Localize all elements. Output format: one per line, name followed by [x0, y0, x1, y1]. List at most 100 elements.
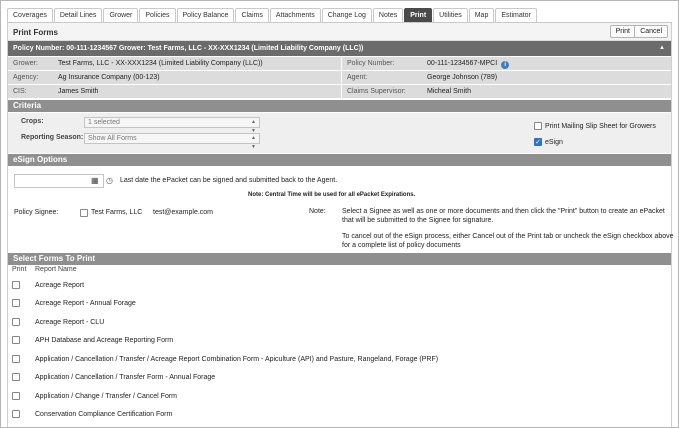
policy-number-value: 00-111-1234567-MPCI	[427, 60, 498, 67]
form-checkbox[interactable]	[12, 392, 20, 400]
criteria-section: Crops: 1 selected ▲ ▼ Reporting Season: S…	[8, 113, 671, 153]
collapse-caret-icon[interactable]: ▲	[659, 41, 665, 56]
form-checkbox[interactable]	[12, 318, 20, 326]
tab-print[interactable]: Print	[404, 8, 433, 22]
print-button[interactable]: Print	[609, 25, 636, 38]
agent-label: Agent:	[347, 74, 368, 81]
tab-claims[interactable]: Claims	[235, 8, 269, 22]
table-row[interactable]: Acreage Report - CLU	[8, 314, 671, 332]
tab-grower[interactable]: Grower	[103, 8, 139, 22]
note-label: Note:	[309, 208, 326, 215]
form-checkbox[interactable]	[12, 355, 20, 363]
form-name: Application / Cancellation / Transfer Fo…	[35, 374, 216, 381]
cis-label: CIS:	[13, 88, 27, 95]
form-checkbox[interactable]	[12, 281, 20, 289]
crops-select[interactable]: 1 selected ▲ ▼	[84, 117, 260, 134]
central-time-note: Note: Central Time will be used for all …	[248, 192, 416, 198]
policy-summary-text: Policy Number: 00-111-1234567 Grower: Te…	[13, 45, 364, 52]
date-help-text: Last date the ePacket can be signed and …	[120, 177, 338, 184]
info-icon[interactable]: i	[501, 61, 510, 69]
note-line-4: for a complete list of policy documents	[342, 242, 461, 249]
note-line-1: Select a Signee as well as one or more d…	[342, 208, 665, 215]
agent-cell: Agent: George Johnson (789)	[342, 71, 671, 84]
criteria-header: Criteria	[8, 100, 671, 112]
col-report-name: Report Name	[35, 266, 77, 273]
expiration-date-input[interactable]: ▦	[14, 174, 104, 188]
tab-notes[interactable]: Notes	[372, 8, 404, 22]
table-row[interactable]: Application / Cancellation / Transfer Fo…	[8, 369, 671, 387]
cis-value: James Smith	[58, 88, 99, 95]
policy-number-cell: Policy Number: 00-111-1234567-MPCI i	[342, 57, 671, 70]
print-panel: Print Forms Print Cancel Policy Number: …	[7, 23, 674, 427]
policy-number-label: Policy Number:	[347, 60, 395, 67]
grower-value: Test Farms, LLC - XX-XXX1234 (Limited Li…	[58, 60, 263, 67]
esign-label: eSign	[545, 139, 563, 146]
select-forms-header: Select Forms To Print	[8, 253, 671, 265]
reporting-season-value: Show All Forms	[88, 135, 137, 142]
tab-attachments[interactable]: Attachments	[269, 8, 321, 22]
tab-change-log[interactable]: Change Log	[321, 8, 372, 22]
signee-checkbox[interactable]	[80, 209, 88, 217]
forms-table-header: Print Report Name	[8, 266, 671, 275]
policy-signee-label: Policy Signee:	[14, 209, 59, 216]
table-row[interactable]: APH Database and Acreage Reporting Form	[8, 332, 671, 350]
crops-label: Crops:	[21, 118, 44, 125]
claims-supervisor-label: Claims Supervisor:	[347, 88, 406, 95]
select-arrows-icon: ▲ ▼	[251, 135, 256, 150]
table-row[interactable]: Conservation Compliance Certification Fo…	[8, 406, 671, 424]
agency-label: Agency:	[13, 74, 39, 81]
print-forms-header: Print Forms Print Cancel	[8, 23, 671, 41]
info-row-cis: CIS: James Smith Claims Supervisor: Mich…	[8, 85, 671, 98]
tab-estimator[interactable]: Estimator	[495, 8, 537, 22]
note-line-2: that will be submitted to the Signee for…	[342, 217, 494, 224]
tab-policies[interactable]: Policies	[139, 8, 176, 22]
print-forms-title: Print Forms	[13, 28, 58, 37]
form-name: Conservation Compliance Certification Fo…	[35, 411, 173, 418]
form-checkbox[interactable]	[12, 299, 20, 307]
policy-info-grid: Grower: Test Farms, LLC - XX-XXX1234 (Li…	[8, 57, 671, 99]
esign-checkbox[interactable]: ✓	[534, 138, 542, 146]
agency-value: Ag Insurance Company (00-123)	[58, 74, 160, 81]
agency-cell: Agency: Ag Insurance Company (00-123)	[8, 71, 341, 84]
mailing-slip-label: Print Mailing Slip Sheet for Growers	[545, 123, 656, 130]
reporting-season-label: Reporting Season:	[21, 134, 84, 141]
form-name: Acreage Report	[35, 282, 85, 289]
tab-policy-balance[interactable]: Policy Balance	[176, 8, 235, 22]
grower-label: Grower:	[13, 60, 38, 67]
policy-summary-bar[interactable]: Policy Number: 00-111-1234567 Grower: Te…	[8, 41, 671, 56]
agent-value: George Johnson (789)	[427, 74, 498, 81]
window-frame: Coverages Detail Lines Grower Policies P…	[0, 0, 679, 428]
tab-bar: Coverages Detail Lines Grower Policies P…	[7, 8, 538, 22]
cis-cell: CIS: James Smith	[8, 85, 341, 98]
clock-icon[interactable]: ◷	[106, 176, 113, 185]
claims-supervisor-cell: Claims Supervisor: Micheal Smith	[342, 85, 671, 98]
tab-utilities[interactable]: Utilities	[433, 8, 468, 22]
crops-select-value: 1 selected	[88, 119, 120, 126]
note-line-3: To cancel out of the eSign process, eith…	[342, 233, 674, 240]
tab-detail-lines[interactable]: Detail Lines	[53, 8, 103, 22]
esign-options-header: eSign Options	[8, 154, 671, 166]
form-checkbox[interactable]	[12, 410, 20, 418]
form-name: Application / Cancellation / Transfer / …	[35, 356, 439, 363]
tab-coverages[interactable]: Coverages	[7, 8, 53, 22]
table-row[interactable]: Application / Change / Transfer / Cancel…	[8, 388, 671, 406]
info-row-agency: Agency: Ag Insurance Company (00-123) Ag…	[8, 71, 671, 84]
form-name: Acreage Report - Annual Forage	[35, 300, 136, 307]
calendar-icon[interactable]: ▦	[91, 176, 99, 185]
table-row[interactable]: Application / Cancellation / Transfer / …	[8, 351, 671, 369]
esign-options-section: ▦ ◷ Last date the ePacket can be signed …	[8, 166, 674, 255]
table-row[interactable]: Acreage Report	[8, 277, 671, 295]
cancel-button[interactable]: Cancel	[634, 25, 668, 38]
signee-name: Test Farms, LLC	[91, 209, 143, 216]
tab-map[interactable]: Map	[468, 8, 495, 22]
form-name: APH Database and Acreage Reporting Form	[35, 337, 174, 344]
table-row[interactable]: Acreage Report - Annual Forage	[8, 295, 671, 313]
reporting-season-select[interactable]: Show All Forms ▲ ▼	[84, 133, 260, 150]
grower-cell: Grower: Test Farms, LLC - XX-XXX1234 (Li…	[8, 57, 341, 70]
info-row-grower: Grower: Test Farms, LLC - XX-XXX1234 (Li…	[8, 57, 671, 70]
claims-supervisor-value: Micheal Smith	[427, 88, 471, 95]
mailing-slip-checkbox[interactable]	[534, 122, 542, 130]
form-checkbox[interactable]	[12, 373, 20, 381]
col-print: Print	[12, 266, 27, 273]
form-checkbox[interactable]	[12, 336, 20, 344]
